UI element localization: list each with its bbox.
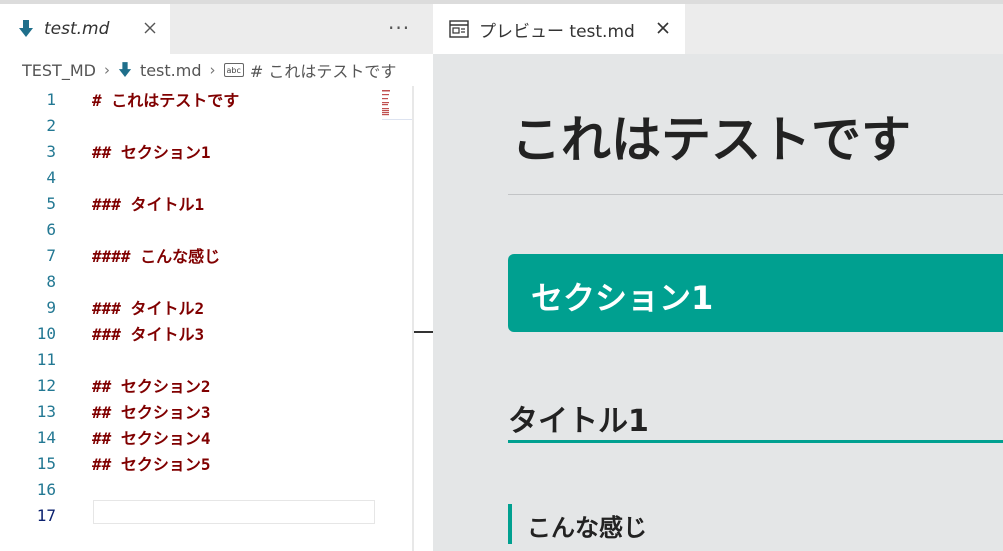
line-text: # これはテストです: [92, 91, 240, 110]
code-line: 1 # これはテストです: [0, 86, 380, 112]
line-text: ### タイトル2: [92, 299, 205, 318]
breadcrumb-symbol[interactable]: # これはテストです: [250, 58, 397, 82]
line-number: 14: [36, 427, 56, 447]
preview-icon: [449, 20, 469, 38]
line-text: ### タイトル3: [92, 325, 205, 344]
chevron-right-icon: ›: [103, 61, 110, 79]
tab-label: test.md: [44, 19, 110, 39]
string-symbol-icon: abc: [223, 63, 244, 77]
code-line: 12 ## セクション2: [0, 372, 380, 398]
breadcrumb-file[interactable]: test.md: [140, 61, 202, 80]
code-line: 16: [0, 476, 380, 502]
heading-3-underline: [508, 440, 1003, 443]
line-number: 6: [46, 219, 56, 239]
line-number: 16: [36, 479, 56, 499]
preview-heading-1: これはテストです: [511, 111, 911, 169]
line-number: 13: [36, 401, 56, 421]
minimap[interactable]: [382, 90, 412, 120]
line-number: 9: [46, 297, 56, 317]
line-text: ## セクション2: [92, 377, 211, 396]
preview-pane: プレビュー test.md これはテストです セクション1 タイトル1 こんな感…: [433, 4, 1003, 551]
editor-pane: test.md ··· TEST_MD › test.md › abc # これ…: [0, 4, 433, 551]
line-text: ## セクション3: [92, 403, 211, 422]
line-number: 3: [46, 141, 56, 161]
line-number: 5: [46, 193, 56, 213]
line-text: ## セクション5: [92, 455, 211, 474]
preview-tab-bar: プレビュー test.md: [433, 4, 1003, 54]
preview-heading-4: こんな感じ: [527, 514, 647, 542]
line-number: 7: [46, 245, 56, 265]
line-number: 11: [36, 349, 56, 369]
code-line: 9 ### タイトル2: [0, 294, 380, 320]
markdown-file-icon: [18, 19, 34, 39]
sash-marker: [414, 331, 433, 333]
tab-test-md[interactable]: test.md: [0, 4, 170, 54]
code-line: 3 ## セクション1: [0, 138, 380, 164]
code-line: 6: [0, 216, 380, 242]
markdown-file-icon: [118, 61, 132, 79]
tab-preview-test-md[interactable]: プレビュー test.md: [433, 4, 685, 54]
breadcrumb: TEST_MD › test.md › abc # これはテストです: [22, 58, 437, 82]
line-number: 4: [46, 167, 56, 187]
breadcrumb-folder[interactable]: TEST_MD: [22, 61, 96, 80]
preview-heading-2: セクション1: [531, 279, 714, 317]
line-number: 12: [36, 375, 56, 395]
line-text: ### タイトル1: [92, 195, 205, 214]
more-actions-button[interactable]: ···: [388, 16, 410, 40]
line-number: 2: [46, 115, 56, 135]
editor-tab-bar: test.md ···: [0, 4, 433, 54]
line-text: ## セクション4: [92, 429, 211, 448]
line-text: ## セクション1: [92, 143, 211, 162]
line-number: 17: [36, 505, 56, 525]
code-editor[interactable]: 1 # これはテストです 2 3 ## セクション1 4 5 ### タイトル1…: [0, 86, 412, 551]
vertical-scrollbar[interactable]: [412, 86, 414, 551]
line-number: 10: [36, 323, 56, 343]
code-line: 8: [0, 268, 380, 294]
code-line: 4: [0, 164, 380, 190]
chevron-right-icon: ›: [209, 61, 216, 79]
preview-heading-3: タイトル1: [508, 404, 649, 439]
current-line-highlight: [93, 500, 375, 524]
code-line: 7 #### こんな感じ: [0, 242, 380, 268]
code-line: 10 ### タイトル3: [0, 320, 380, 346]
code-line: 14 ## セクション4: [0, 424, 380, 450]
line-number: 1: [46, 89, 56, 109]
line-number: 15: [36, 453, 56, 473]
line-text: #### こんな感じ: [92, 247, 221, 266]
code-line: 5 ### タイトル1: [0, 190, 380, 216]
code-line: 15 ## セクション5: [0, 450, 380, 476]
close-icon[interactable]: [140, 18, 160, 38]
close-icon[interactable]: [653, 18, 673, 38]
code-line: 2: [0, 112, 380, 138]
heading-1-underline: [508, 194, 1003, 195]
code-line: 11: [0, 346, 380, 372]
heading-4-left-bar: [508, 504, 512, 544]
tab-label: プレビュー test.md: [479, 21, 635, 42]
line-number: 8: [46, 271, 56, 291]
code-line: 13 ## セクション3: [0, 398, 380, 424]
